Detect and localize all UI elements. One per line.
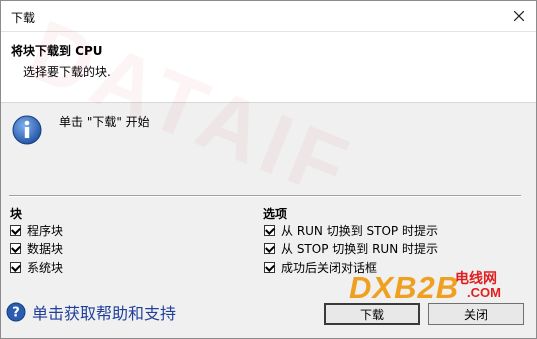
close-icon	[514, 11, 524, 21]
blocks-heading: 块	[10, 207, 23, 221]
checkbox-checked[interactable]	[264, 224, 275, 236]
checkbox-label: 程序块	[27, 223, 64, 238]
run-to-stop-prompt-checkbox[interactable]: 从 RUN 切换到 STOP 时提示	[264, 222, 438, 238]
program-block-checkbox[interactable]: 程序块	[10, 222, 63, 238]
header-panel: 将块下载到 CPU 选择要下载的块.	[1, 32, 536, 103]
close-button[interactable]: 关闭	[428, 303, 524, 325]
header-title: 将块下载到 CPU	[11, 44, 103, 58]
help-support-link[interactable]: ? 单击获取帮助和支持	[6, 300, 176, 324]
system-block-checkbox[interactable]: 系统块	[10, 259, 63, 275]
window-title: 下载	[11, 11, 36, 25]
checkbox-checked[interactable]	[10, 242, 21, 254]
separator	[9, 195, 521, 197]
checkbox-label: 数据块	[27, 241, 64, 256]
logo-main-text: DXB2B	[349, 270, 460, 305]
logo-domain-text: .COM	[467, 285, 501, 300]
svg-text:?: ?	[12, 306, 20, 321]
checkbox-checked[interactable]	[10, 224, 21, 236]
checkbox-checked[interactable]	[264, 261, 275, 273]
title-bar[interactable]: 下载	[1, 1, 536, 32]
checkbox-checked[interactable]	[10, 261, 21, 273]
stop-to-run-prompt-checkbox[interactable]: 从 STOP 切换到 RUN 时提示	[264, 240, 438, 256]
info-icon	[12, 115, 42, 145]
info-message: 单击 "下载" 开始	[59, 115, 150, 129]
download-dialog: 下载 将块下载到 CPU 选择要下载的块. DATAIF 单击 "下载" 开始 …	[0, 0, 537, 339]
download-button[interactable]: 下载	[324, 303, 420, 325]
data-block-checkbox[interactable]: 数据块	[10, 240, 63, 256]
site-logo: DXB2B 电线网 .COM	[349, 266, 509, 306]
checkbox-label: 系统块	[27, 260, 64, 275]
help-question-icon: ?	[6, 302, 26, 322]
header-subtitle: 选择要下载的块.	[23, 65, 111, 79]
help-link-label: 单击获取帮助和支持	[32, 304, 177, 323]
options-heading: 选项	[263, 207, 288, 221]
checkbox-label: 从 RUN 切换到 STOP 时提示	[281, 223, 438, 238]
checkbox-checked[interactable]	[264, 242, 275, 254]
close-window-button[interactable]	[508, 5, 530, 27]
checkbox-label: 从 STOP 切换到 RUN 时提示	[281, 241, 438, 256]
